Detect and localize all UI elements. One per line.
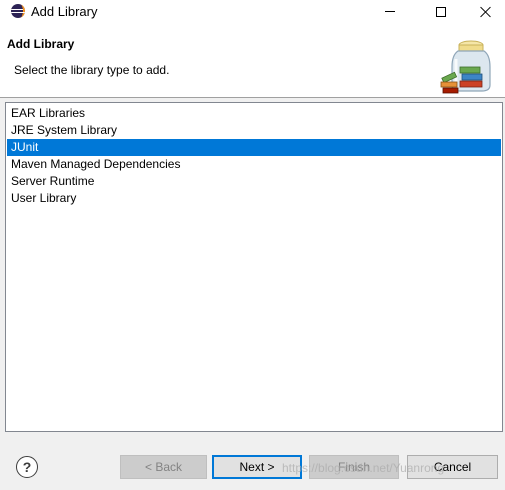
list-item-maven-managed-dependencies[interactable]: Maven Managed Dependencies xyxy=(7,156,501,173)
close-button[interactable] xyxy=(463,0,505,23)
wizard-description: Select the library type to add. xyxy=(14,63,170,77)
cancel-button[interactable]: Cancel xyxy=(407,455,498,479)
list-item-jre-system-library[interactable]: JRE System Library xyxy=(7,122,501,139)
back-button[interactable]: < Back xyxy=(120,455,207,479)
window-title: Add Library xyxy=(31,4,98,19)
maximize-button[interactable] xyxy=(418,0,464,23)
minimize-button[interactable] xyxy=(367,0,413,23)
eclipse-icon xyxy=(11,4,25,18)
help-button[interactable]: ? xyxy=(16,456,38,478)
finish-button[interactable]: Finish xyxy=(309,455,399,479)
next-button[interactable]: Next > xyxy=(212,455,302,479)
close-icon xyxy=(480,6,492,18)
library-jar-icon xyxy=(440,40,491,94)
list-item-ear-libraries[interactable]: EAR Libraries xyxy=(7,105,501,122)
maximize-icon xyxy=(436,6,446,17)
list-item-server-runtime[interactable]: Server Runtime xyxy=(7,173,501,190)
wizard-title: Add Library xyxy=(7,37,75,51)
title-bar: Add Library xyxy=(0,0,505,23)
list-item-user-library[interactable]: User Library xyxy=(7,190,501,207)
minimize-icon xyxy=(385,11,395,12)
list-item-junit[interactable]: JUnit xyxy=(7,139,501,156)
wizard-header: Add Library Select the library type to a… xyxy=(0,23,505,98)
library-type-list[interactable]: EAR Libraries JRE System Library JUnit M… xyxy=(5,102,503,432)
